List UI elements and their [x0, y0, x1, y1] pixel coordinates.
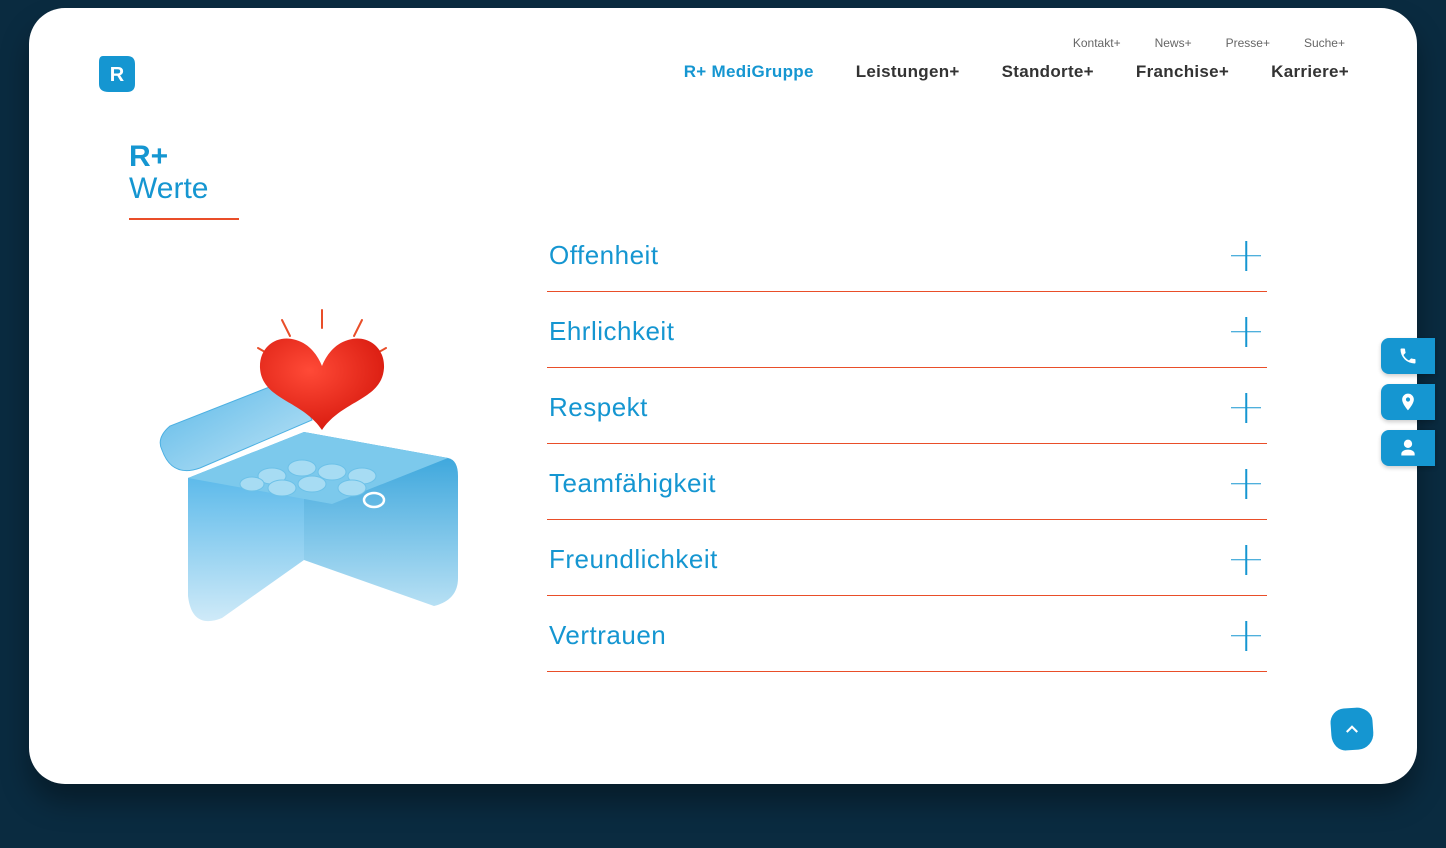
illustration-treasure-heart — [97, 300, 547, 672]
page-title: R+ Werte — [129, 140, 1349, 220]
plus-icon — [1231, 621, 1261, 651]
main-nav: R+ MediGruppe Leistungen+ Standorte+ Fra… — [684, 62, 1349, 82]
side-tab-location[interactable] — [1381, 384, 1435, 420]
plus-icon — [1231, 545, 1261, 575]
top-nav: Kontakt+ News+ Presse+ Suche+ — [684, 36, 1349, 50]
top-nav-news[interactable]: News+ — [1155, 36, 1192, 50]
side-tabs — [1381, 338, 1435, 466]
accordion-item-teamfaehigkeit[interactable]: Teamfähigkeit — [547, 444, 1267, 520]
plus-icon — [1231, 469, 1261, 499]
arrow-up-icon — [1343, 720, 1361, 738]
map-pin-icon — [1398, 392, 1418, 412]
treasure-chest-heart-icon — [152, 300, 492, 660]
side-tab-person[interactable] — [1381, 430, 1435, 466]
accordion-label: Respekt — [549, 392, 648, 423]
phone-icon — [1398, 346, 1418, 366]
person-icon — [1398, 438, 1418, 458]
plus-icon — [1231, 317, 1261, 347]
nav-item-karriere[interactable]: Karriere+ — [1271, 62, 1349, 82]
top-nav-suche[interactable]: Suche+ — [1304, 36, 1345, 50]
accordion-label: Ehrlichkeit — [549, 316, 674, 347]
accordion-item-respekt[interactable]: Respekt — [547, 368, 1267, 444]
top-nav-kontakt[interactable]: Kontakt+ — [1073, 36, 1121, 50]
nav-item-standorte[interactable]: Standorte+ — [1002, 62, 1094, 82]
header: R Kontakt+ News+ Presse+ Suche+ R+ MediG… — [97, 36, 1349, 94]
title-line1: R+ — [129, 140, 1349, 174]
nav-item-medigruppe[interactable]: R+ MediGruppe — [684, 62, 814, 82]
content: Offenheit Ehrlichkeit Respekt Teamfähigk… — [97, 220, 1349, 672]
plus-icon — [1231, 241, 1261, 271]
accordion-item-ehrlichkeit[interactable]: Ehrlichkeit — [547, 292, 1267, 368]
accordion: Offenheit Ehrlichkeit Respekt Teamfähigk… — [547, 216, 1267, 672]
page: R Kontakt+ News+ Presse+ Suche+ R+ MediG… — [29, 8, 1417, 784]
nav-item-franchise[interactable]: Franchise+ — [1136, 62, 1229, 82]
plus-icon — [1231, 393, 1261, 423]
side-tab-phone[interactable] — [1381, 338, 1435, 374]
accordion-label: Vertrauen — [549, 620, 666, 651]
nav-item-leistungen[interactable]: Leistungen+ — [856, 62, 960, 82]
top-nav-presse[interactable]: Presse+ — [1226, 36, 1270, 50]
accordion-item-freundlichkeit[interactable]: Freundlichkeit — [547, 520, 1267, 596]
accordion-label: Freundlichkeit — [549, 544, 718, 575]
accordion-label: Offenheit — [549, 240, 659, 271]
logo[interactable]: R — [97, 54, 137, 94]
nav-area: Kontakt+ News+ Presse+ Suche+ R+ MediGru… — [684, 36, 1349, 82]
accordion-item-offenheit[interactable]: Offenheit — [547, 216, 1267, 292]
accordion-label: Teamfähigkeit — [549, 468, 716, 499]
accordion-item-vertrauen[interactable]: Vertrauen — [547, 596, 1267, 672]
scroll-top-button[interactable] — [1330, 707, 1375, 752]
title-line2: Werte — [129, 172, 1349, 206]
